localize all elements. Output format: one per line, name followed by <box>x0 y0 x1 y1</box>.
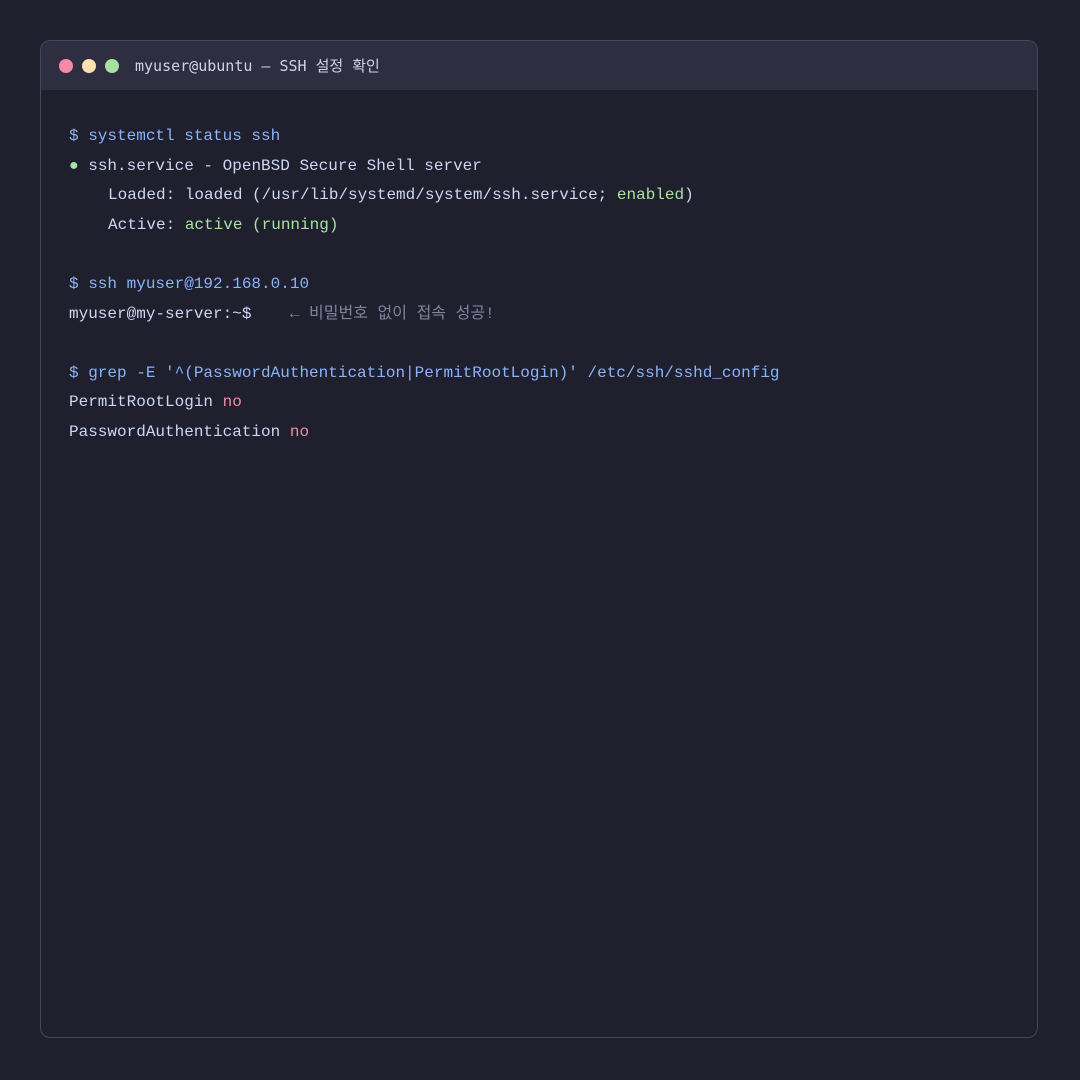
service-line: ● ssh.service - OpenBSD Secure Shell ser… <box>69 152 1037 182</box>
remote-prompt: myuser@my-server:~$ <box>69 304 252 323</box>
command-line-systemctl: $ systemctl status ssh <box>69 127 281 145</box>
loaded-suffix: ) <box>684 186 694 205</box>
loaded-line: Loaded: loaded (/usr/lib/systemd/system/… <box>69 181 1037 211</box>
config-value: no <box>222 393 242 412</box>
config-line-permitrootlogin: PermitRootLogin no <box>69 388 1037 418</box>
command-line-grep: $ grep -E '^(PasswordAuthentication|Perm… <box>69 363 780 382</box>
config-value: no <box>289 422 310 441</box>
terminal-window: myuser@ubuntu — SSH 설정 확인 $ systemctl st… <box>40 40 1038 1038</box>
loaded-state: enabled <box>616 186 685 205</box>
config-line-passwordauthentication: PasswordAuthentication no <box>69 418 1037 448</box>
config-key: PermitRootLogin <box>69 393 223 412</box>
loaded-prefix: Loaded: loaded (/usr/lib/systemd/system/… <box>108 186 617 205</box>
command-line-ssh: $ ssh myuser@192.168.0.10 <box>69 274 310 293</box>
close-button[interactable] <box>59 58 73 73</box>
active-state: active (running) <box>184 215 339 234</box>
title-bar: myuser@ubuntu — SSH 설정 확인 <box>41 41 1037 90</box>
active-prefix: Active: <box>108 215 185 234</box>
maximize-button[interactable] <box>105 58 119 73</box>
remote-prompt-line: myuser@my-server:~$ ← 비밀번호 없이 접속 성공! <box>69 300 1037 330</box>
success-comment: ← 비밀번호 없이 접속 성공! <box>251 304 495 323</box>
service-description: ssh.service - OpenBSD Secure Shell serve… <box>78 156 482 175</box>
terminal-output[interactable]: $ systemctl status ssh ● ssh.service - O… <box>41 90 1037 448</box>
config-key: PasswordAuthentication <box>69 422 290 441</box>
minimize-button[interactable] <box>82 58 96 73</box>
status-dot-icon: ● <box>69 156 79 175</box>
window-title: myuser@ubuntu — SSH 설정 확인 <box>135 57 380 75</box>
active-line: Active: active (running) <box>69 211 1037 241</box>
